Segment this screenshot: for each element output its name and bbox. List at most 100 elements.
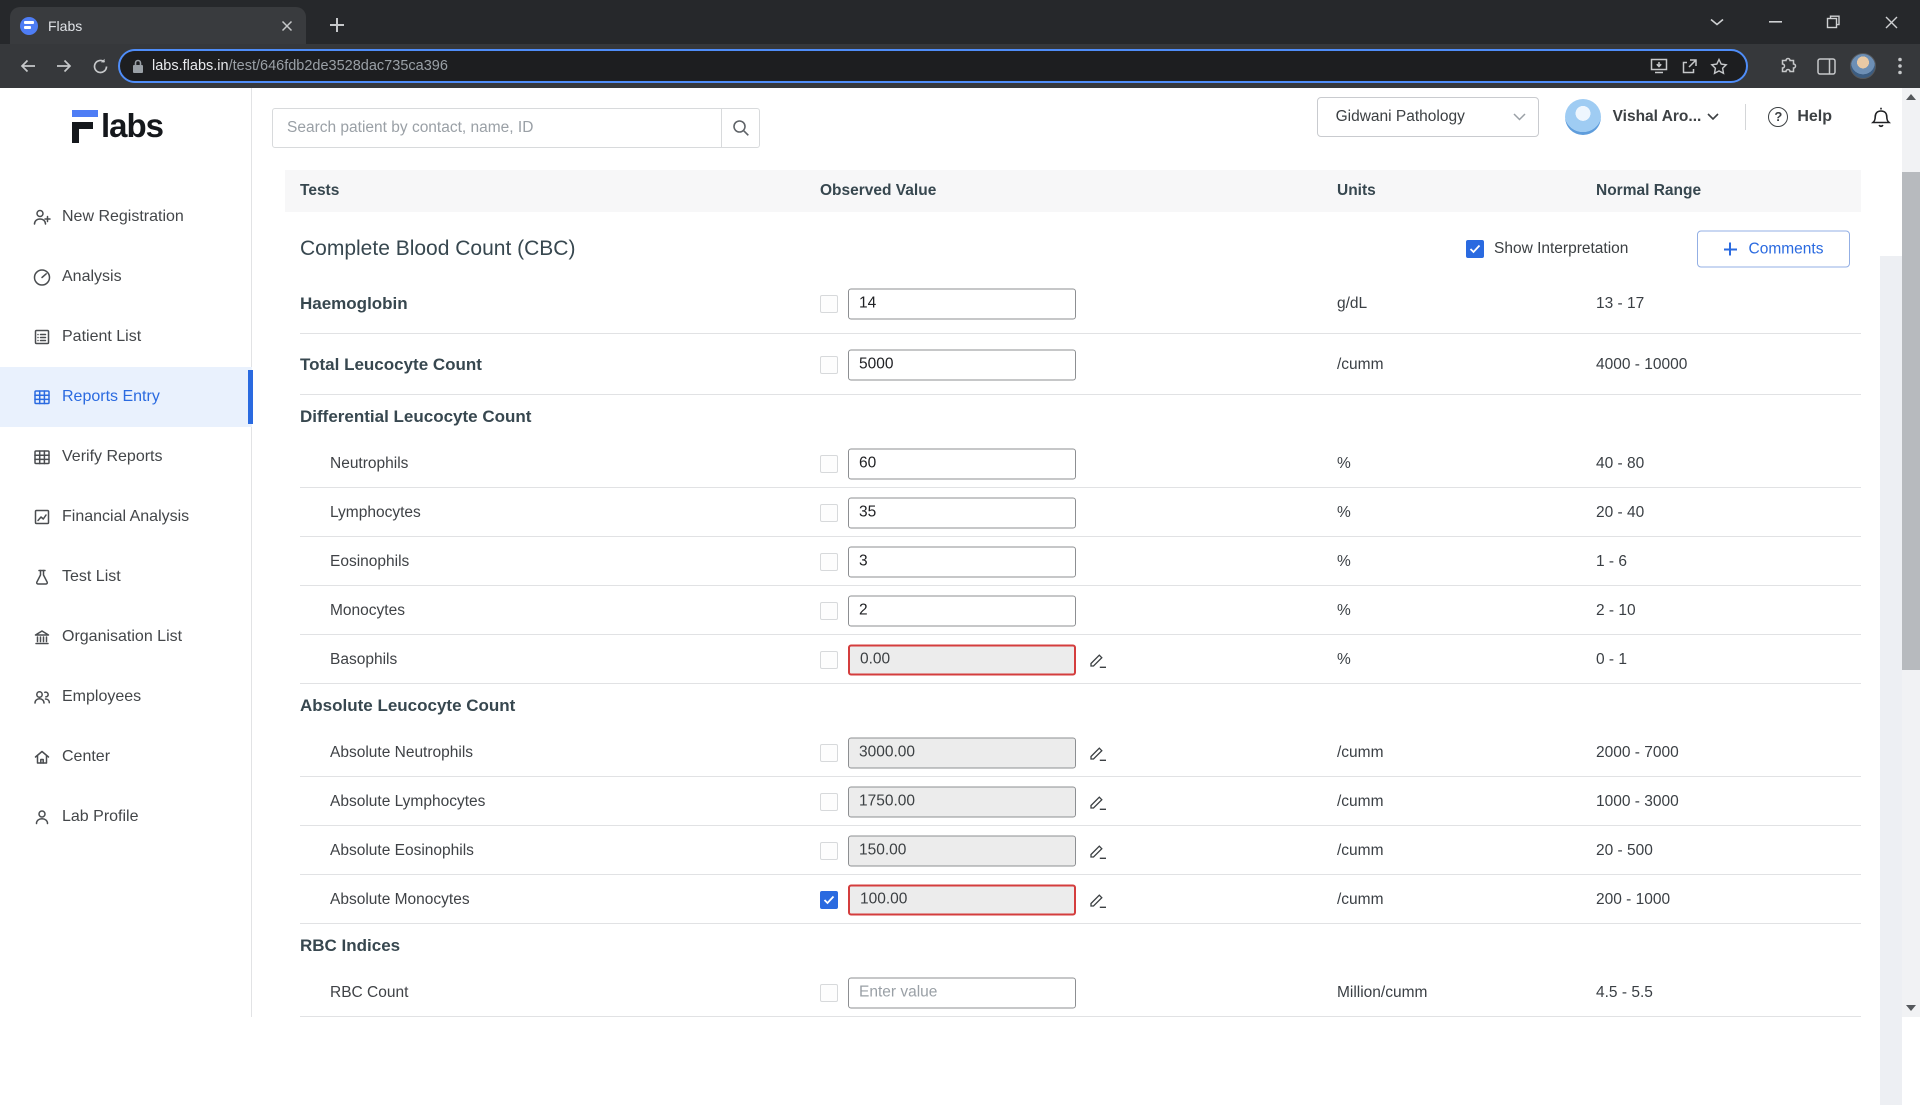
edit-value-button[interactable] — [1086, 840, 1108, 862]
edit-value-button[interactable] — [1086, 742, 1108, 764]
scroll-up-arrow-icon[interactable] — [1906, 94, 1916, 100]
abnormal-flag-checkbox[interactable] — [820, 743, 838, 762]
window-restore-icon[interactable] — [1804, 0, 1862, 44]
url-bar[interactable]: labs.flabs.in/test/646fdb2de3528dac735ca… — [118, 49, 1748, 83]
abnormal-flag-checkbox[interactable] — [820, 792, 838, 811]
test-name-label: RBC Count — [330, 983, 409, 1001]
bookmark-star-icon[interactable] — [1704, 52, 1734, 80]
abnormal-flag-checkbox[interactable] — [820, 983, 838, 1002]
help-button[interactable]: Help — [1768, 106, 1832, 127]
user-menu-chevron-icon[interactable] — [1707, 113, 1719, 120]
notifications-bell-icon[interactable] — [1870, 105, 1892, 129]
comments-button[interactable]: Comments — [1697, 230, 1850, 268]
edit-value-button[interactable] — [1086, 889, 1108, 911]
observed-value-input[interactable] — [848, 288, 1076, 319]
sidebar-item-analysis[interactable]: Analysis — [0, 247, 252, 307]
show-interpretation-checkbox[interactable] — [1466, 240, 1484, 258]
install-app-icon[interactable] — [1644, 52, 1674, 80]
sidebar-item-label: Patient List — [62, 328, 142, 345]
person-add-icon — [32, 207, 52, 227]
flabs-favicon-icon — [20, 16, 38, 35]
table-grid-icon — [32, 447, 52, 467]
abnormal-flag-checkbox[interactable] — [820, 841, 838, 860]
observed-value-input[interactable] — [848, 884, 1076, 915]
bank-icon — [32, 627, 52, 647]
normal-range-value: 13 - 17 — [1596, 294, 1645, 312]
refresh-icon[interactable] — [86, 52, 114, 80]
test-row: RBC Count Million/cumm 4.5 - 5.5 — [285, 968, 1861, 1017]
side-panel-icon[interactable] — [1812, 52, 1840, 80]
results-table: Tests Observed Value Units Normal Range … — [285, 170, 1861, 1017]
user-name[interactable]: Vishal Aro... — [1613, 108, 1702, 126]
test-name-label: Total Leucocyte Count — [300, 354, 482, 374]
show-interpretation-control: Show Interpretation — [1466, 240, 1628, 258]
search-button[interactable] — [721, 109, 759, 147]
observed-value-input[interactable] — [848, 737, 1076, 768]
organisation-selected-value: Gidwani Pathology — [1335, 107, 1465, 125]
flabs-logo: labs — [72, 108, 164, 146]
browser-tab[interactable]: Flabs — [10, 7, 306, 44]
units-value: /cumm — [1337, 841, 1384, 859]
edit-value-button[interactable] — [1086, 649, 1108, 671]
test-row: Absolute Eosinophils/cumm 20 - 500 — [285, 826, 1861, 875]
share-icon[interactable] — [1674, 52, 1704, 80]
extensions-puzzle-icon[interactable] — [1774, 52, 1802, 80]
scroll-down-arrow-icon[interactable] — [1906, 1005, 1916, 1011]
organisation-select[interactable]: Gidwani Pathology — [1316, 96, 1539, 137]
abnormal-flag-checkbox[interactable] — [820, 890, 838, 909]
column-header-observed-value: Observed Value — [820, 182, 937, 199]
tab-close-icon[interactable] — [278, 17, 296, 35]
normal-range-value: 20 - 500 — [1596, 841, 1653, 859]
browser-profile-avatar[interactable] — [1850, 53, 1876, 79]
observed-value-input[interactable] — [848, 349, 1076, 380]
abnormal-flag-checkbox[interactable] — [820, 601, 838, 620]
tab-title: Flabs — [48, 17, 83, 34]
abnormal-flag-checkbox[interactable] — [820, 552, 838, 571]
search-icon — [732, 120, 749, 136]
edit-value-button[interactable] — [1086, 791, 1108, 813]
sidebar-item-financial-analysis[interactable]: Financial Analysis — [0, 487, 252, 547]
window-minimize-icon[interactable] — [1746, 0, 1804, 44]
observed-value-input[interactable] — [848, 786, 1076, 817]
forward-icon[interactable] — [50, 52, 78, 80]
sidebar-item-center[interactable]: Center — [0, 727, 252, 787]
observed-value-input[interactable] — [848, 595, 1076, 626]
observed-value-input[interactable] — [848, 977, 1076, 1008]
sidebar-item-organisation-list[interactable]: Organisation List — [0, 607, 252, 667]
window-menu-chevron-icon[interactable] — [1688, 0, 1746, 44]
back-icon[interactable] — [14, 52, 42, 80]
window-close-icon[interactable] — [1862, 0, 1920, 44]
checkmark-icon — [823, 895, 835, 904]
user-avatar[interactable] — [1564, 98, 1601, 135]
page-scrollbar[interactable] — [1902, 88, 1920, 1017]
test-name-label: Neutrophils — [330, 454, 409, 472]
test-row: Basophils% 0 - 1 — [285, 635, 1861, 684]
abnormal-flag-checkbox[interactable] — [820, 650, 838, 669]
page-scrollbar-thumb[interactable] — [1902, 172, 1920, 670]
sidebar-item-reports-entry[interactable]: Reports Entry — [0, 367, 253, 427]
abnormal-flag-checkbox[interactable] — [820, 503, 838, 522]
sidebar-item-test-list[interactable]: Test List — [0, 547, 252, 607]
column-header-normal-range: Normal Range — [1596, 182, 1702, 199]
group-header-row: Differential Leucocyte Count — [285, 395, 1861, 439]
sidebar-item-verify-reports[interactable]: Verify Reports — [0, 427, 252, 487]
observed-value-input[interactable] — [848, 448, 1076, 479]
abnormal-flag-checkbox[interactable] — [820, 355, 838, 374]
browser-menu-kebab-icon[interactable] — [1886, 52, 1914, 80]
sidebar-item-new-registration[interactable]: New Registration — [0, 187, 252, 247]
patient-search-input[interactable] — [273, 109, 721, 147]
abnormal-flag-checkbox[interactable] — [820, 294, 838, 313]
observed-value-input[interactable] — [848, 835, 1076, 866]
sidebar-item-lab-profile[interactable]: Lab Profile — [0, 787, 252, 847]
sidebar-item-employees[interactable]: Employees — [0, 667, 252, 727]
observed-value-input[interactable] — [848, 497, 1076, 528]
abnormal-flag-checkbox[interactable] — [820, 454, 838, 473]
normal-range-value: 20 - 40 — [1596, 503, 1645, 521]
new-tab-button[interactable] — [324, 12, 350, 38]
observed-value-input[interactable] — [848, 546, 1076, 577]
normal-range-value: 0 - 1 — [1596, 650, 1628, 668]
observed-value-input[interactable] — [848, 644, 1076, 675]
sidebar-item-patient-list[interactable]: Patient List — [0, 307, 252, 367]
content-scrollbar-track[interactable] — [1880, 256, 1902, 1105]
flabs-logo-f-mark-icon — [72, 108, 99, 144]
